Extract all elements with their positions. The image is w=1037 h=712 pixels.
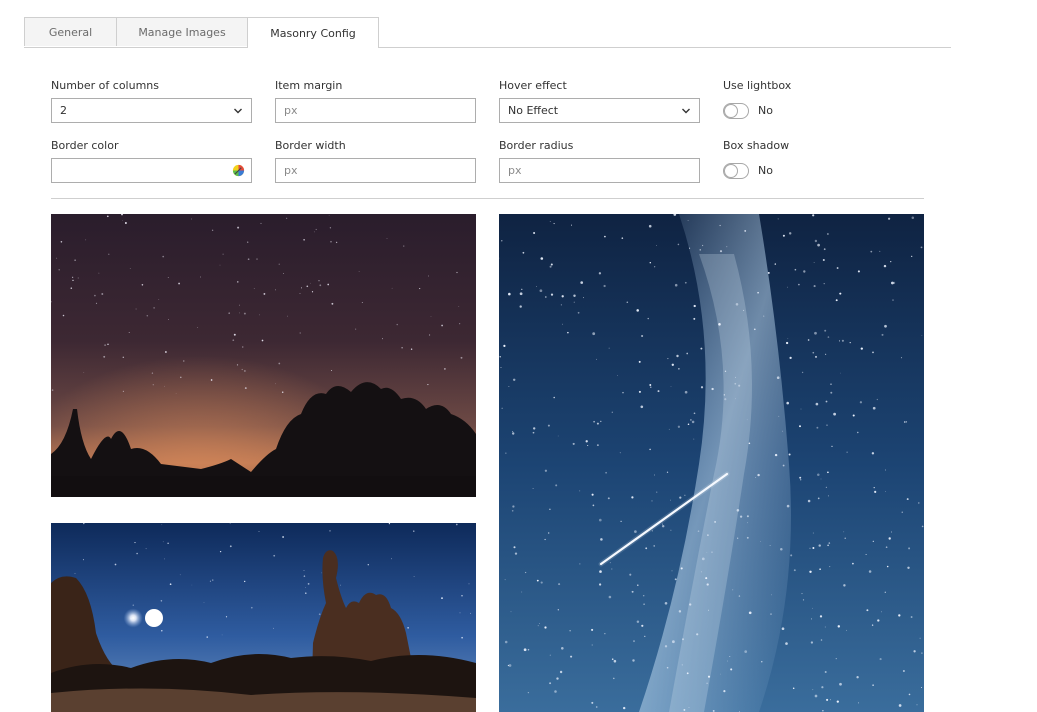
border-radius-input[interactable]: px — [499, 158, 700, 183]
border-color-input[interactable] — [51, 158, 252, 183]
hover-effect-select[interactable]: No Effect — [499, 98, 700, 123]
divider — [51, 198, 924, 199]
columns-value: 2 — [60, 104, 67, 117]
box-shadow-label: Box shadow — [723, 139, 790, 152]
hover-effect-label: Hover effect — [499, 79, 567, 92]
border-width-field: Border width px — [275, 139, 476, 183]
tab-general[interactable]: General — [24, 17, 117, 46]
border-color-label: Border color — [51, 139, 119, 152]
toggle-knob — [724, 103, 738, 118]
color-picker-icon[interactable] — [232, 164, 245, 177]
gallery-image-rock-moon[interactable] — [51, 523, 476, 712]
columns-select[interactable]: 2 — [51, 98, 252, 123]
use-lightbox-toggle[interactable] — [723, 102, 749, 119]
use-lightbox-field: Use lightbox No — [723, 79, 791, 123]
tab-masonry-config[interactable]: Masonry Config — [247, 17, 379, 48]
border-color-field: Border color — [51, 139, 252, 183]
item-margin-field: Item margin px — [275, 79, 476, 123]
gallery-image-milky-way[interactable] — [499, 214, 924, 712]
use-lightbox-label: Use lightbox — [723, 79, 792, 92]
border-width-placeholder: px — [284, 164, 298, 177]
border-radius-field: Border radius px — [499, 139, 700, 183]
tab-bar: General Manage Images Masonry Config — [24, 17, 951, 48]
box-shadow-state: No — [758, 164, 773, 177]
tab-manage-images[interactable]: Manage Images — [116, 17, 248, 46]
box-shadow-toggle[interactable] — [723, 162, 749, 179]
chevron-down-icon — [234, 108, 242, 114]
hover-effect-value: No Effect — [508, 104, 559, 117]
item-margin-label: Item margin — [275, 79, 343, 92]
border-radius-label: Border radius — [499, 139, 574, 152]
box-shadow-field: Box shadow No — [723, 139, 789, 183]
masonry-config-page: General Manage Images Masonry Config Num… — [0, 0, 1037, 712]
gallery-image-night-trees[interactable] — [51, 214, 476, 497]
hover-effect-field: Hover effect No Effect — [499, 79, 700, 123]
border-width-label: Border width — [275, 139, 346, 152]
item-margin-placeholder: px — [284, 104, 298, 117]
columns-field: Number of columns 2 — [51, 79, 252, 123]
chevron-down-icon — [682, 108, 690, 114]
border-width-input[interactable]: px — [275, 158, 476, 183]
toggle-knob — [724, 163, 738, 178]
columns-label: Number of columns — [51, 79, 160, 92]
item-margin-input[interactable]: px — [275, 98, 476, 123]
use-lightbox-state: No — [758, 104, 773, 117]
border-radius-placeholder: px — [508, 164, 522, 177]
